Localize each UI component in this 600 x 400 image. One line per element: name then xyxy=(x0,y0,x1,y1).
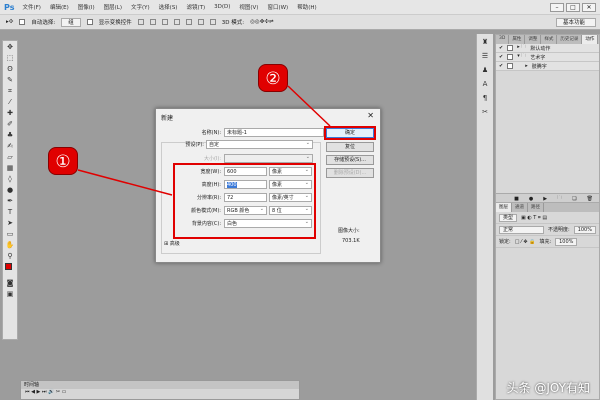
callout-marker-1: ① xyxy=(48,147,78,175)
callout-marker-2: ② xyxy=(258,64,288,92)
callout-lines xyxy=(77,85,331,196)
watermark: 头条 @JOY有知 xyxy=(506,381,590,395)
